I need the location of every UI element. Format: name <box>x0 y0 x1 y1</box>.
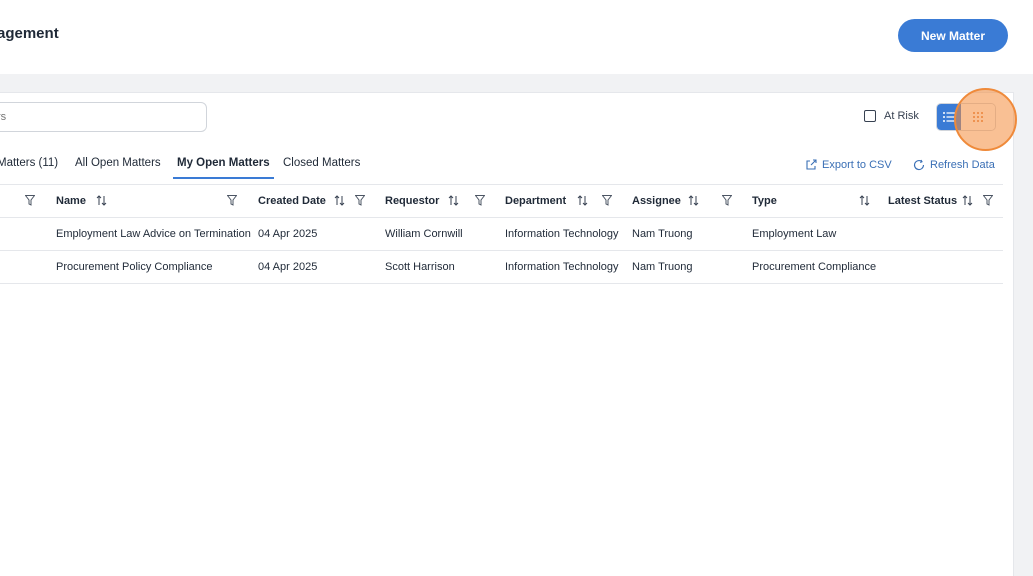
cell-requestor: Scott Harrison <box>385 261 455 273</box>
filter-icon[interactable] <box>355 195 365 206</box>
cell-department: Information Technology <box>505 261 619 273</box>
at-risk-label: At Risk <box>884 110 919 122</box>
cell-created-date: 04 Apr 2025 <box>258 261 318 273</box>
sort-icon[interactable] <box>859 195 870 206</box>
filter-icon[interactable] <box>983 195 993 206</box>
tab-closed-matters[interactable]: Closed Matters <box>283 157 360 179</box>
grid-view-button[interactable] <box>961 104 995 130</box>
list-view-button[interactable] <box>937 104 961 130</box>
list-icon <box>943 112 955 122</box>
cell-requestor: William Cornwill <box>385 228 463 240</box>
matters-panel: At Risk Matters (11) All Open Matters My… <box>0 92 1014 576</box>
cell-name: Procurement Policy Compliance <box>56 261 213 273</box>
filter-icon[interactable] <box>227 195 237 206</box>
cell-type: Employment Law <box>752 228 837 240</box>
cell-created-date: 04 Apr 2025 <box>258 228 318 240</box>
filter-icon[interactable] <box>722 195 732 206</box>
table-header: Name Created Date Requestor Department A… <box>0 184 1003 218</box>
tab-all-open-matters[interactable]: All Open Matters <box>75 157 161 179</box>
top-bar: agement New Matter <box>0 0 1033 74</box>
export-icon <box>806 159 817 170</box>
column-header-latest-status[interactable]: Latest Status <box>888 195 957 207</box>
cell-department: Information Technology <box>505 228 619 240</box>
page-title: agement <box>0 25 59 42</box>
sort-icon[interactable] <box>688 195 699 206</box>
column-header-created-date[interactable]: Created Date <box>258 195 326 207</box>
column-header-department[interactable]: Department <box>505 195 566 207</box>
tab-matters[interactable]: Matters (11) <box>0 157 58 179</box>
refresh-data-label: Refresh Data <box>930 159 995 171</box>
sort-icon[interactable] <box>334 195 345 206</box>
sort-icon[interactable] <box>962 195 973 206</box>
search-input[interactable] <box>0 102 207 132</box>
filter-icon[interactable] <box>602 195 612 206</box>
new-matter-button[interactable]: New Matter <box>898 19 1008 52</box>
cell-name: Employment Law Advice on Termination <box>56 228 251 240</box>
column-header-requestor[interactable]: Requestor <box>385 195 439 207</box>
tab-my-open-matters[interactable]: My Open Matters <box>173 157 274 179</box>
table-row[interactable]: Employment Law Advice on Termination 04 … <box>0 218 1003 251</box>
sort-icon[interactable] <box>448 195 459 206</box>
refresh-icon <box>913 159 925 171</box>
grid-icon <box>973 112 983 122</box>
column-header-type[interactable]: Type <box>752 195 777 207</box>
filter-icon[interactable] <box>25 195 35 206</box>
cell-type: Procurement Compliance <box>752 261 877 273</box>
cell-assignee: Nam Truong <box>632 261 693 273</box>
sort-icon[interactable] <box>96 195 107 206</box>
export-csv-button[interactable]: Export to CSV <box>805 159 892 171</box>
at-risk-checkbox[interactable] <box>864 110 876 122</box>
table-row[interactable]: Procurement Policy Compliance 04 Apr 202… <box>0 251 1003 284</box>
export-csv-label: Export to CSV <box>822 159 892 171</box>
sort-icon[interactable] <box>577 195 588 206</box>
refresh-data-button[interactable]: Refresh Data <box>913 159 995 171</box>
cell-assignee: Nam Truong <box>632 228 693 240</box>
column-header-assignee[interactable]: Assignee <box>632 195 681 207</box>
column-header-name[interactable]: Name <box>56 195 86 207</box>
filter-icon[interactable] <box>475 195 485 206</box>
view-toggle <box>936 103 996 131</box>
at-risk-filter[interactable]: At Risk <box>864 110 919 122</box>
